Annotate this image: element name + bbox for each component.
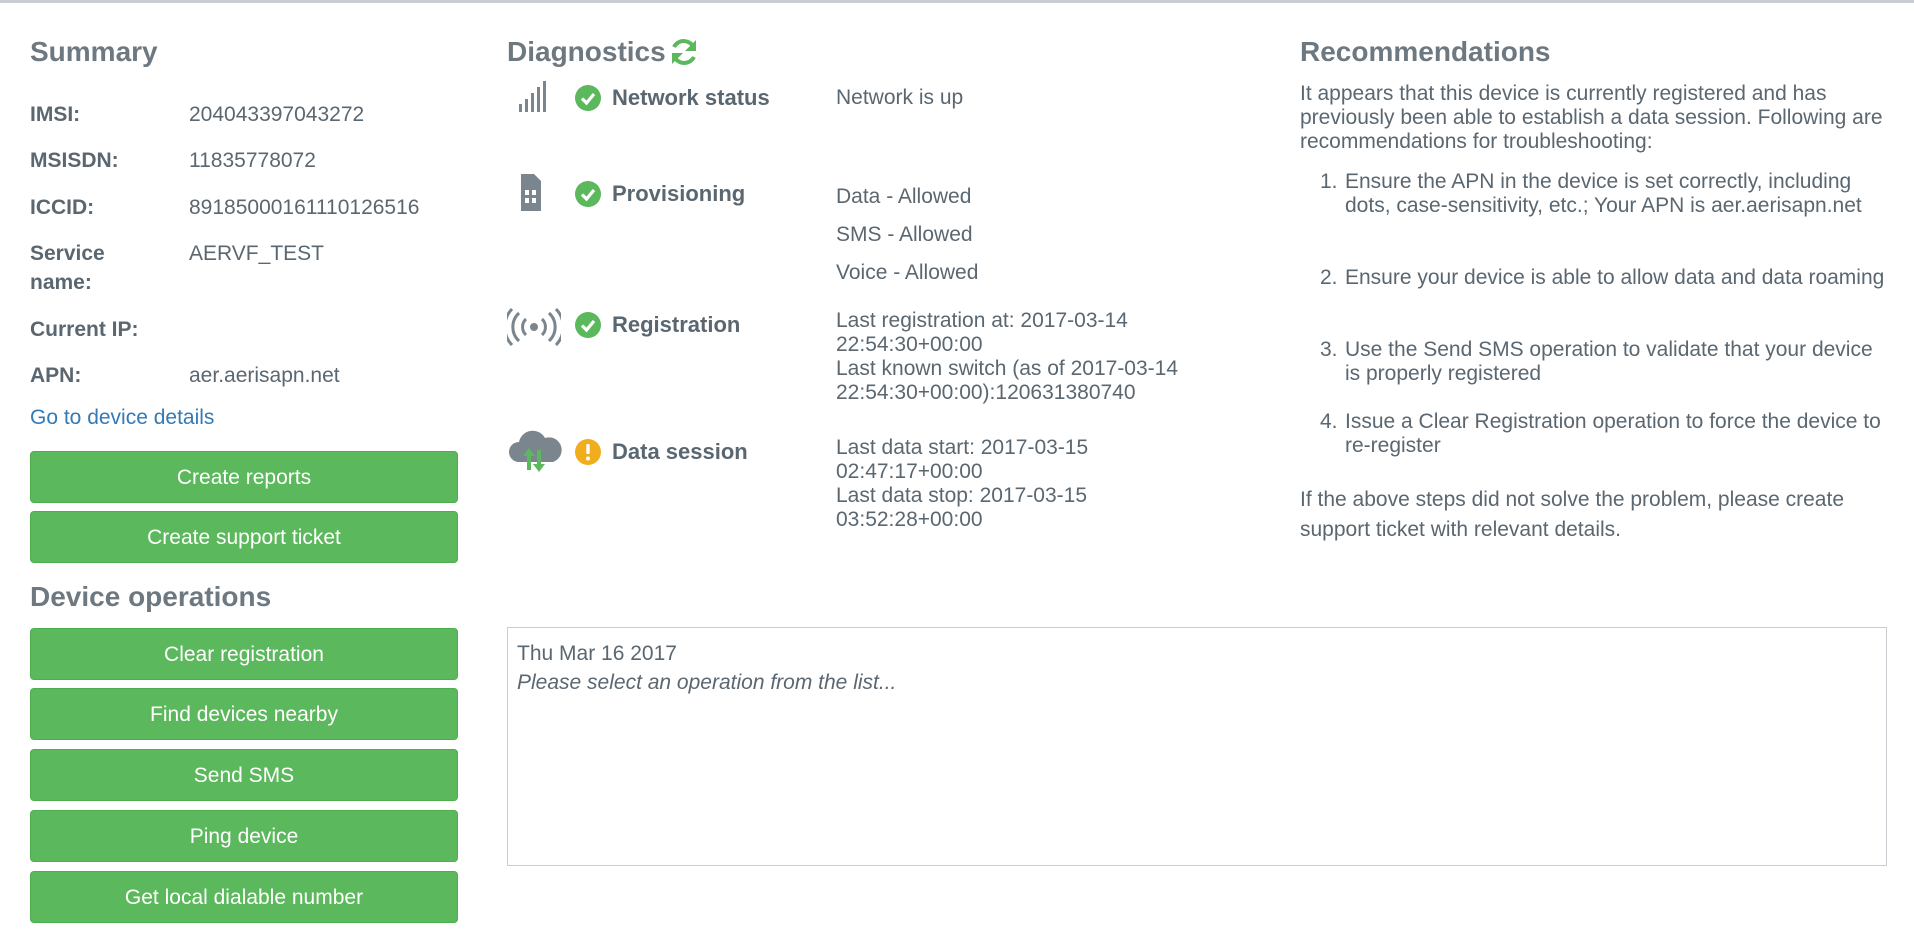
output-placeholder: Please select an operation from the list… bbox=[517, 671, 897, 694]
recommendations-title: Recommendations bbox=[1300, 36, 1551, 67]
diag-line: Last data start: 2017-03-15 bbox=[836, 436, 1089, 459]
registration-values: Last registration at: 2017-03-14 22:54:3… bbox=[836, 309, 1178, 405]
sim-card-icon bbox=[521, 174, 541, 211]
create-reports-button[interactable]: Create reports bbox=[30, 451, 458, 503]
network-status-label: Network status bbox=[612, 85, 770, 110]
recommendation-text: Ensure the APN in the device is set corr… bbox=[1345, 170, 1862, 217]
diag-line: 02:47:17+00:00 bbox=[836, 460, 983, 483]
signal-bars-icon bbox=[519, 81, 546, 112]
recommendation-number: 3. bbox=[1320, 338, 1338, 361]
summary-label: IMSI: bbox=[30, 103, 81, 126]
recommendation-number: 1. bbox=[1320, 170, 1338, 193]
provisioning-label: Provisioning bbox=[612, 181, 746, 206]
output-date: Thu Mar 16 2017 bbox=[517, 642, 677, 665]
clear-registration-button[interactable]: Clear registration bbox=[30, 628, 458, 680]
device-operations-title: Device operations bbox=[30, 581, 272, 612]
diag-line: Last data stop: 2017-03-15 bbox=[836, 484, 1088, 507]
refresh-icon[interactable] bbox=[668, 36, 700, 68]
summary-title: Summary bbox=[30, 36, 158, 67]
summary-value: 89185000161110126516 bbox=[189, 196, 420, 219]
cloud-transfer-icon bbox=[509, 430, 562, 472]
check-circle-icon bbox=[575, 312, 601, 338]
recommendations-footer: If the above steps did not solve the pro… bbox=[1300, 488, 1845, 541]
summary-value: aer.aerisapn.net bbox=[189, 364, 340, 387]
find-devices-nearby-button[interactable]: Find devices nearby bbox=[30, 688, 458, 740]
diag-line: Voice - Allowed bbox=[836, 261, 979, 284]
diag-line: 22:54:30+00:00 bbox=[836, 333, 983, 356]
summary-value: 204043397043272 bbox=[189, 103, 365, 126]
diag-line: 22:54:30+00:00):120631380740 bbox=[836, 381, 1136, 404]
warning-circle-icon bbox=[575, 439, 601, 465]
diag-line: Last known switch (as of 2017-03-14 bbox=[836, 357, 1179, 380]
summary-value: 11835778072 bbox=[189, 149, 316, 172]
summary-label: Service name: bbox=[30, 242, 105, 294]
top-divider bbox=[0, 0, 1914, 3]
diag-line: Network is up bbox=[836, 86, 964, 109]
summary-label: ICCID: bbox=[30, 196, 95, 219]
broadcast-icon bbox=[507, 308, 561, 346]
diagnostics-title: Diagnostics bbox=[507, 36, 666, 67]
summary-label: APN: bbox=[30, 364, 82, 387]
diag-line: Last registration at: 2017-03-14 bbox=[836, 309, 1128, 332]
device-details-link[interactable]: Go to device details bbox=[30, 406, 214, 430]
create-support-ticket-button[interactable]: Create support ticket bbox=[30, 511, 458, 563]
recommendation-text: Ensure your device is able to allow data… bbox=[1345, 266, 1885, 289]
data-session-values: Last data start: 2017-03-15 02:47:17+00:… bbox=[836, 436, 1088, 532]
diag-line: SMS - Allowed bbox=[836, 223, 973, 246]
ping-device-button[interactable]: Ping device bbox=[30, 810, 458, 862]
network-status-value: Network is up bbox=[836, 86, 963, 110]
registration-label: Registration bbox=[612, 312, 741, 337]
recommendation-number: 2. bbox=[1320, 266, 1338, 289]
get-local-dialable-number-button[interactable]: Get local dialable number bbox=[30, 871, 458, 923]
operation-output-panel: Thu Mar 16 2017 Please select an operati… bbox=[507, 627, 1887, 866]
check-circle-icon bbox=[575, 181, 601, 207]
recommendation-text: Use the Send SMS operation to validate t… bbox=[1345, 338, 1873, 385]
summary-value: AERVF_TEST bbox=[189, 242, 324, 265]
send-sms-button[interactable]: Send SMS bbox=[30, 749, 458, 801]
recommendation-number: 4. bbox=[1320, 410, 1338, 433]
diag-line: Data - Allowed bbox=[836, 185, 972, 208]
check-circle-icon bbox=[575, 85, 601, 111]
summary-label: Current IP: bbox=[30, 318, 139, 341]
recommendations-intro: It appears that this device is currently… bbox=[1300, 82, 1883, 153]
recommendation-text: Issue a Clear Registration operation to … bbox=[1345, 410, 1881, 457]
provisioning-values: Data - Allowed SMS - Allowed Voice - All… bbox=[836, 178, 978, 292]
diag-line: 03:52:28+00:00 bbox=[836, 508, 983, 531]
summary-label: MSISDN: bbox=[30, 149, 119, 172]
data-session-label: Data session bbox=[612, 439, 748, 464]
